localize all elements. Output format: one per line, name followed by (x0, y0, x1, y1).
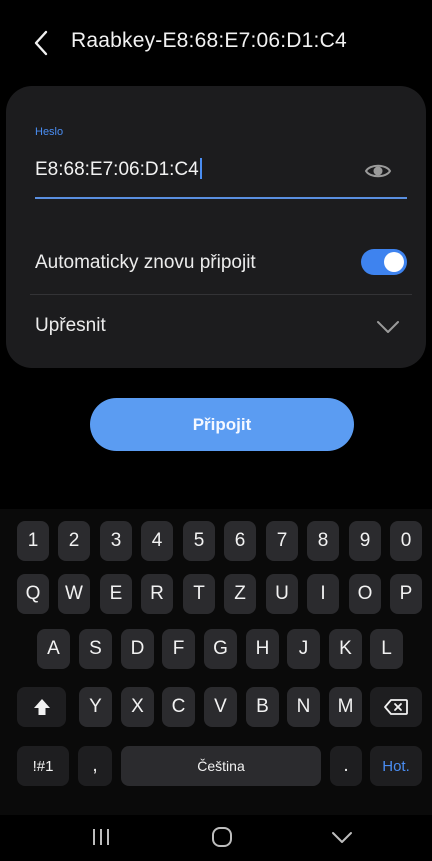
key-u[interactable]: U (266, 574, 298, 614)
key-6[interactable]: 6 (224, 521, 256, 561)
key-x[interactable]: X (121, 687, 154, 727)
backspace-icon (384, 699, 408, 715)
key-p[interactable]: P (390, 574, 422, 614)
symbols-key[interactable]: !#1 (17, 746, 69, 786)
password-label: Heslo (35, 126, 64, 138)
key-n[interactable]: N (287, 687, 320, 727)
auto-reconnect-toggle[interactable] (361, 249, 407, 275)
advanced-label[interactable]: Upřesnit (35, 315, 106, 337)
key-y[interactable]: Y (79, 687, 112, 727)
key-t[interactable]: T (183, 574, 215, 614)
key-c[interactable]: C (162, 687, 195, 727)
home-icon[interactable] (210, 825, 234, 849)
space-key[interactable]: Čeština (121, 746, 321, 786)
key-j[interactable]: J (287, 629, 320, 669)
key-f[interactable]: F (162, 629, 195, 669)
key-a[interactable]: A (37, 629, 70, 669)
toggle-knob (384, 252, 404, 272)
key-3[interactable]: 3 (100, 521, 132, 561)
key-k[interactable]: K (329, 629, 362, 669)
system-navigation-bar (0, 815, 432, 861)
show-password-eye-icon[interactable] (364, 160, 392, 182)
shift-key[interactable] (17, 687, 66, 727)
key-g[interactable]: G (204, 629, 237, 669)
back-arrow-icon[interactable] (28, 28, 56, 58)
key-d[interactable]: D (121, 629, 154, 669)
key-1[interactable]: 1 (17, 521, 49, 561)
password-input[interactable]: E8:68:E7:06:D1:C4 (35, 158, 202, 181)
key-7[interactable]: 7 (266, 521, 298, 561)
auto-reconnect-label: Automaticky znovu připojit (35, 252, 256, 273)
action-key[interactable]: Hot. (370, 746, 422, 786)
app-header: Raabkey-E8:68:E7:06:D1:C4 (0, 0, 432, 82)
shift-arrow-icon (33, 699, 50, 715)
key-o[interactable]: O (349, 574, 381, 614)
password-underline (35, 197, 407, 199)
network-title: Raabkey-E8:68:E7:06:D1:C4 (71, 29, 347, 52)
backspace-key[interactable] (370, 687, 422, 727)
on-screen-keyboard: 1 2 3 4 5 6 7 8 9 0 Q W E R T Z U I O P … (0, 509, 432, 815)
key-z[interactable]: Z (224, 574, 256, 614)
back-chevron-icon[interactable] (330, 825, 354, 849)
network-settings-card: Heslo E8:68:E7:06:D1:C4 Automaticky znov… (6, 86, 426, 368)
key-h[interactable]: H (246, 629, 279, 669)
period-key[interactable]: . (330, 746, 362, 786)
key-s[interactable]: S (79, 629, 112, 669)
comma-key[interactable]: , (78, 746, 112, 786)
key-5[interactable]: 5 (183, 521, 215, 561)
key-m[interactable]: M (329, 687, 362, 727)
text-cursor (199, 158, 202, 179)
key-i[interactable]: I (307, 574, 339, 614)
key-l[interactable]: L (370, 629, 403, 669)
chevron-down-icon[interactable] (375, 318, 401, 336)
key-9[interactable]: 9 (349, 521, 381, 561)
key-v[interactable]: V (204, 687, 237, 727)
key-4[interactable]: 4 (141, 521, 173, 561)
key-2[interactable]: 2 (58, 521, 90, 561)
divider (30, 294, 412, 295)
recent-apps-icon[interactable] (90, 825, 112, 849)
key-q[interactable]: Q (17, 574, 49, 614)
password-value: E8:68:E7:06:D1:C4 (35, 159, 199, 180)
key-0[interactable]: 0 (390, 521, 422, 561)
connect-button[interactable]: Připojit (90, 398, 354, 451)
key-8[interactable]: 8 (307, 521, 339, 561)
key-e[interactable]: E (100, 574, 132, 614)
key-b[interactable]: B (246, 687, 279, 727)
key-w[interactable]: W (58, 574, 90, 614)
key-r[interactable]: R (141, 574, 173, 614)
